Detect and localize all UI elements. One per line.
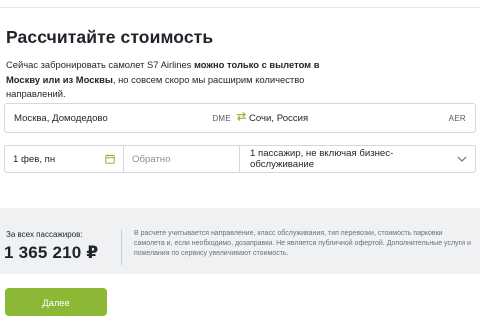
arrival-city-field[interactable]: Сочи, Россия AER — [240, 104, 475, 132]
swap-arrows-icon — [236, 109, 247, 127]
arrival-city: Сочи, Россия — [249, 112, 309, 124]
total-price: 1 365 210 ₽ — [4, 243, 99, 262]
departure-date-field[interactable]: 1 фев, пн — [5, 146, 123, 172]
next-button[interactable]: Далее — [5, 288, 107, 316]
departure-airport-code: DME — [212, 113, 231, 123]
departure-date: 1 фев, пн — [13, 153, 56, 165]
calendar-icon[interactable] — [105, 154, 115, 164]
total-label: За всех пассажиров: — [6, 230, 83, 239]
return-date-field[interactable]: Обратно — [123, 146, 239, 172]
passengers-value: 1 пассажир, не включая бизнес-обслуживан… — [250, 148, 394, 170]
arrival-airport-code: AER — [448, 113, 466, 123]
page-title: Рассчитайте стоимость — [6, 27, 214, 47]
page-description: Сейчас забронировать самолет S7 Airlines… — [6, 58, 336, 102]
price-note: В расчете учитывается направление, класс… — [121, 229, 473, 265]
chevron-down-icon — [457, 156, 467, 162]
departure-city: Москва, Домодедово — [14, 112, 108, 124]
route-field: Москва, Домодедово DME Сочи, Россия AER — [4, 103, 476, 133]
swap-route-button[interactable] — [234, 111, 248, 125]
price-summary: За всех пассажиров: 1 365 210 ₽ В расчет… — [0, 208, 480, 274]
departure-city-field[interactable]: Москва, Домодедово DME — [5, 104, 240, 132]
return-date-placeholder: Обратно — [132, 153, 171, 165]
description-text: Сейчас забронировать самолет S7 Airlines — [6, 59, 194, 70]
passengers-select[interactable]: 1 пассажир, не включая бизнес-обслуживан… — [239, 146, 475, 172]
date-passenger-field: 1 фев, пн Обратно 1 пассажир, не включая… — [4, 145, 476, 173]
top-divider — [0, 7, 480, 8]
